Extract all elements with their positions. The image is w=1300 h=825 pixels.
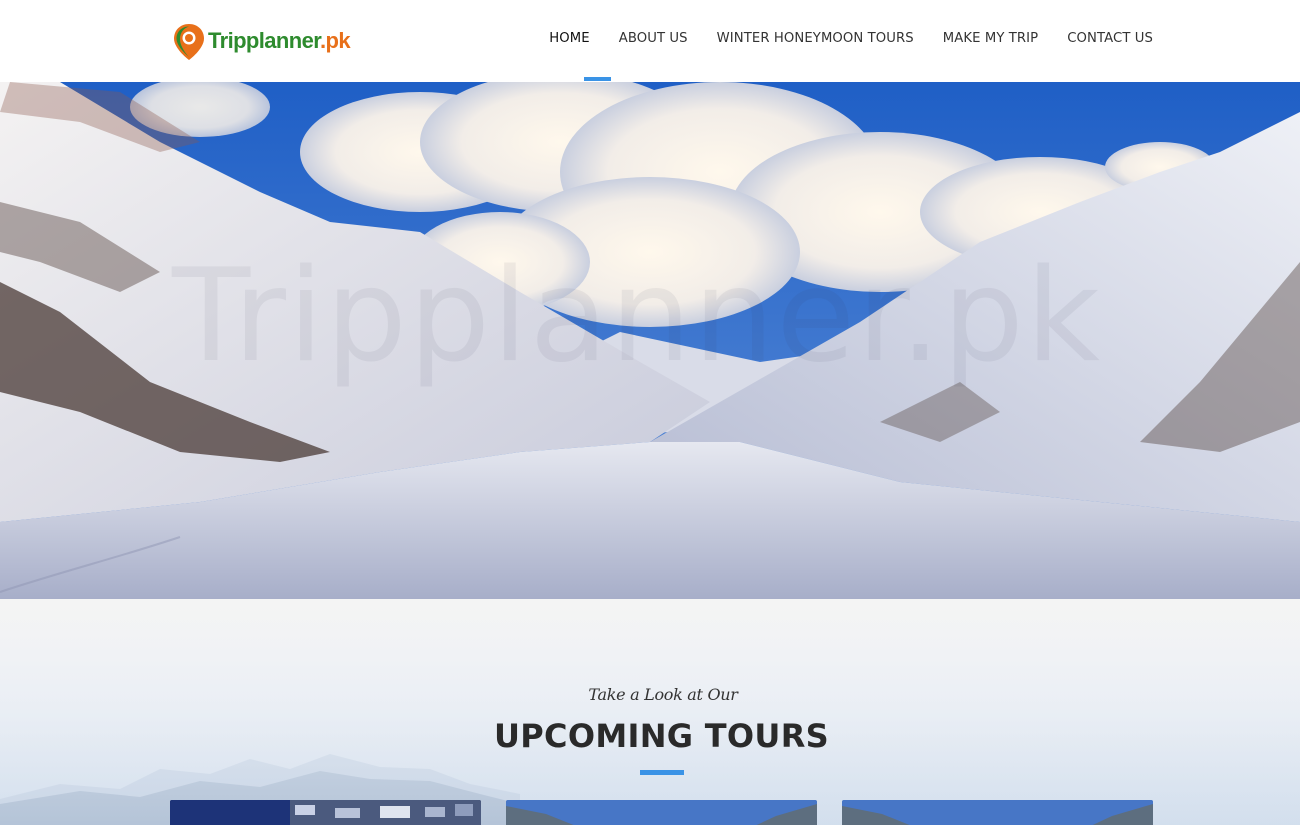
upcoming-tours-section: Take a Look at Our UPCOMING TOURS [0, 599, 1300, 825]
brand-name-main: Tripplanner [208, 28, 321, 53]
tour-card-image [506, 800, 817, 825]
site-header: Tripplanner.pk HOME ABOUT US WINTER HONE… [0, 0, 1300, 82]
nav-make-my-trip[interactable]: MAKE MY TRIP [943, 31, 1038, 46]
tour-card-image [170, 800, 481, 825]
tours-tagline: Take a Look at Our [588, 685, 738, 704]
nav-home[interactable]: HOME [549, 31, 589, 46]
brand-name: Tripplanner.pk [208, 28, 351, 54]
hero-banner: Tripplanner.pk [0, 82, 1300, 599]
nav-winter-honeymoon-tours[interactable]: WINTER HONEYMOON TOURS [717, 31, 914, 46]
heading-underline [640, 770, 684, 775]
main-nav: HOME ABOUT US WINTER HONEYMOON TOURS MAK… [520, 31, 1153, 46]
hero-watermark: Tripplanner.pk [172, 242, 1102, 391]
tours-background-image [0, 599, 1300, 825]
nav-about-us[interactable]: ABOUT US [619, 31, 688, 46]
logo[interactable]: Tripplanner.pk [172, 22, 351, 62]
tour-card[interactable] [842, 800, 1153, 825]
tour-card[interactable] [506, 800, 817, 825]
tour-card[interactable] [170, 800, 481, 825]
brand-name-tld: .pk [319, 28, 351, 53]
nav-contact-us[interactable]: CONTACT US [1067, 31, 1153, 46]
map-pin-icon [174, 24, 204, 60]
tours-heading: UPCOMING TOURS [494, 717, 829, 755]
active-nav-indicator [584, 77, 611, 81]
tour-card-image [842, 800, 1153, 825]
